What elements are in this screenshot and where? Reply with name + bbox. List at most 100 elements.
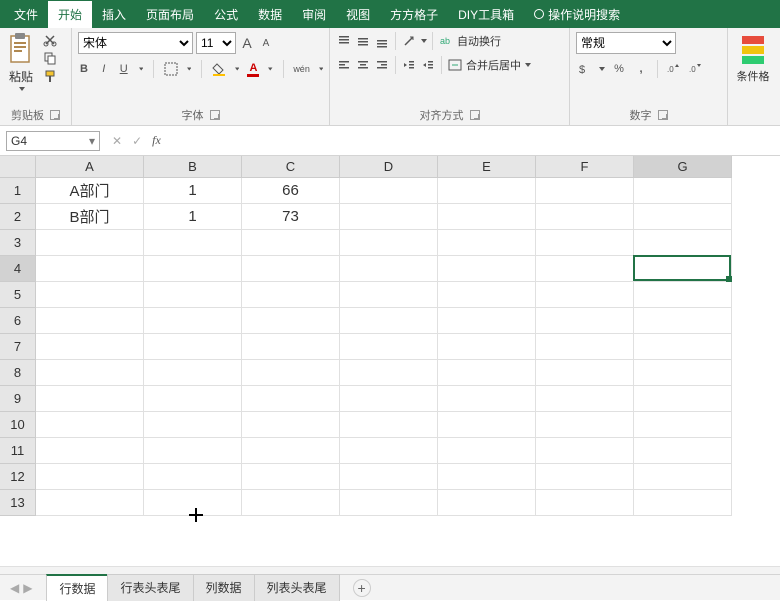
cancel-formula-icon[interactable]: ✕ <box>112 134 122 148</box>
cell-G2[interactable] <box>634 204 732 230</box>
menu-item-9[interactable]: DIY工具箱 <box>448 1 524 28</box>
row-header-10[interactable]: 10 <box>0 412 36 438</box>
paste-button[interactable]: 粘贴 <box>6 32 36 91</box>
increase-indent-button[interactable] <box>420 57 436 73</box>
border-button[interactable] <box>164 61 178 77</box>
cell-F3[interactable] <box>536 230 634 256</box>
cell-C13[interactable] <box>242 490 340 516</box>
cell-E2[interactable] <box>438 204 536 230</box>
cell-F6[interactable] <box>536 308 634 334</box>
row-header-8[interactable]: 8 <box>0 360 36 386</box>
cell-F9[interactable] <box>536 386 634 412</box>
format-painter-button[interactable] <box>42 68 58 84</box>
sheet-nav-next[interactable]: ▶ <box>23 581 32 595</box>
menu-item-6[interactable]: 审阅 <box>292 1 336 28</box>
row-header-13[interactable]: 13 <box>0 490 36 516</box>
row-header-2[interactable]: 2 <box>0 204 36 230</box>
cell-A11[interactable] <box>36 438 144 464</box>
cell-G7[interactable] <box>634 334 732 360</box>
cell-E12[interactable] <box>438 464 536 490</box>
orientation-button[interactable] <box>401 33 417 49</box>
cell-G12[interactable] <box>634 464 732 490</box>
merge-label[interactable]: 合并后居中 <box>466 57 521 73</box>
number-format-select[interactable]: 常规 <box>576 32 676 54</box>
cell-A10[interactable] <box>36 412 144 438</box>
menu-item-3[interactable]: 页面布局 <box>136 1 204 28</box>
underline-button[interactable]: U <box>118 61 130 77</box>
italic-button[interactable]: I <box>98 61 110 77</box>
select-all-corner[interactable] <box>0 156 36 178</box>
cell-A8[interactable] <box>36 360 144 386</box>
cell-D4[interactable] <box>340 256 438 282</box>
column-header-E[interactable]: E <box>438 156 536 178</box>
cell-F13[interactable] <box>536 490 634 516</box>
row-header-7[interactable]: 7 <box>0 334 36 360</box>
sheet-tab-3[interactable]: 列表头表尾 <box>254 574 340 601</box>
percent-button[interactable]: % <box>611 61 627 77</box>
cell-G9[interactable] <box>634 386 732 412</box>
row-header-4[interactable]: 4 <box>0 256 36 282</box>
column-header-F[interactable]: F <box>536 156 634 178</box>
formula-input[interactable] <box>173 131 780 151</box>
copy-button[interactable] <box>42 50 58 66</box>
cell-E7[interactable] <box>438 334 536 360</box>
cell-E3[interactable] <box>438 230 536 256</box>
row-header-3[interactable]: 3 <box>0 230 36 256</box>
sheet-tab-0[interactable]: 行数据 <box>46 574 108 601</box>
sheet-nav-prev[interactable]: ◀ <box>10 581 19 595</box>
name-box-dropdown[interactable]: ▾ <box>89 134 95 148</box>
cell-B4[interactable] <box>144 256 242 282</box>
conditional-format-button[interactable]: 条件格 <box>734 32 772 84</box>
cut-button[interactable] <box>42 32 58 48</box>
cell-D7[interactable] <box>340 334 438 360</box>
column-header-C[interactable]: C <box>242 156 340 178</box>
wrap-text-button[interactable]: ab <box>438 33 454 49</box>
cell-C4[interactable] <box>242 256 340 282</box>
align-center-button[interactable] <box>355 57 371 73</box>
number-launcher[interactable] <box>658 110 668 120</box>
font-color-button[interactable]: A <box>247 61 259 77</box>
cell-F11[interactable] <box>536 438 634 464</box>
cell-G5[interactable] <box>634 282 732 308</box>
menu-item-5[interactable]: 数据 <box>248 1 292 28</box>
menu-item-8[interactable]: 方方格子 <box>380 1 448 28</box>
cell-F7[interactable] <box>536 334 634 360</box>
increase-decimal-button[interactable]: .0 <box>666 61 682 77</box>
fill-color-button[interactable] <box>212 61 226 77</box>
cell-A3[interactable] <box>36 230 144 256</box>
row-header-6[interactable]: 6 <box>0 308 36 334</box>
align-bottom-button[interactable] <box>374 33 390 49</box>
menu-item-7[interactable]: 视图 <box>336 1 380 28</box>
cell-B11[interactable] <box>144 438 242 464</box>
row-header-5[interactable]: 5 <box>0 282 36 308</box>
font-name-select[interactable]: 宋体 <box>78 32 193 54</box>
comma-button[interactable]: , <box>633 61 649 77</box>
align-top-button[interactable] <box>336 33 352 49</box>
cell-E13[interactable] <box>438 490 536 516</box>
cell-E5[interactable] <box>438 282 536 308</box>
column-header-A[interactable]: A <box>36 156 144 178</box>
cell-A7[interactable] <box>36 334 144 360</box>
cell-G6[interactable] <box>634 308 732 334</box>
cell-G10[interactable] <box>634 412 732 438</box>
font-size-select[interactable]: 11 <box>196 32 236 54</box>
cell-A6[interactable] <box>36 308 144 334</box>
cell-B7[interactable] <box>144 334 242 360</box>
cell-E11[interactable] <box>438 438 536 464</box>
cell-F2[interactable] <box>536 204 634 230</box>
cell-D13[interactable] <box>340 490 438 516</box>
cell-F5[interactable] <box>536 282 634 308</box>
menu-item-0[interactable]: 文件 <box>4 1 48 28</box>
cell-B3[interactable] <box>144 230 242 256</box>
cell-C2[interactable]: 73 <box>242 204 340 230</box>
column-header-D[interactable]: D <box>340 156 438 178</box>
decrease-font-icon[interactable]: A <box>258 35 274 51</box>
currency-button[interactable]: $ <box>576 61 592 77</box>
cell-D1[interactable] <box>340 178 438 204</box>
cell-C10[interactable] <box>242 412 340 438</box>
cell-F1[interactable] <box>536 178 634 204</box>
cell-G1[interactable] <box>634 178 732 204</box>
sheet-tab-1[interactable]: 行表头表尾 <box>107 574 193 601</box>
cell-D12[interactable] <box>340 464 438 490</box>
add-sheet-button[interactable]: + <box>353 579 371 597</box>
